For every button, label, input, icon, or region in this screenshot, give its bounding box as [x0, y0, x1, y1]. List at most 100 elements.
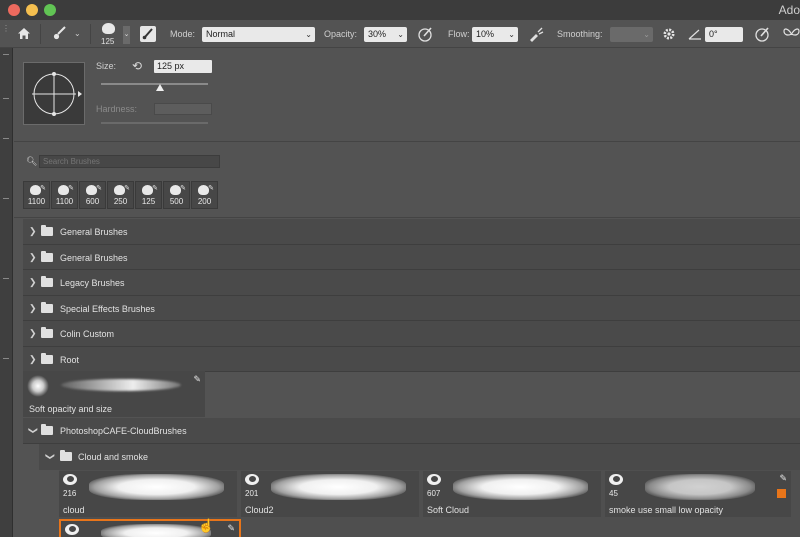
brush-preset-tile[interactable]: 45 ✎ smoke use small low opacity [605, 471, 791, 517]
toolbar-edge [0, 48, 13, 537]
brush-group[interactable]: ❯ General Brushes [23, 219, 800, 245]
hardness-slider-track[interactable] [101, 122, 208, 124]
chevron-down-icon: ⌄ [305, 30, 312, 39]
chevron-right-icon[interactable]: ❯ [29, 328, 37, 339]
hand-cursor-icon: ☝ [198, 518, 215, 533]
cloud-stroke-preview [453, 474, 588, 500]
brush-settings-panel-icon[interactable] [140, 26, 156, 42]
brush-preset-tile[interactable]: 201 Cloud2 [241, 471, 419, 517]
recent-brush[interactable]: ✎ 1100 [23, 181, 50, 209]
brush-size-count: 607 [427, 489, 441, 498]
chevron-right-icon[interactable]: ❯ [29, 354, 37, 365]
open-folder-icon [60, 450, 72, 461]
pressure-size-icon[interactable] [755, 27, 770, 42]
brush-group-name: General Brushes [60, 227, 128, 237]
smoke-stroke-preview [645, 474, 755, 500]
opacity-label: Opacity: [324, 29, 358, 39]
folder-icon [41, 276, 53, 287]
home-icon[interactable] [17, 27, 31, 40]
smoothing-label: Smoothing: [557, 29, 603, 39]
brush-preset-name: cloud [63, 505, 85, 515]
angle-icon [688, 29, 701, 40]
reset-size-icon[interactable]: ⟲ [132, 59, 142, 73]
brush-subgroup-expanded[interactable]: ❯ Cloud and smoke [39, 444, 800, 470]
recent-brush-size: 200 [197, 197, 212, 206]
chevron-right-icon[interactable]: ❯ [29, 226, 37, 237]
brush-icon: ✎ [193, 374, 201, 384]
recent-brush[interactable]: ✎ 500 [163, 181, 190, 209]
recent-brush[interactable]: ✎ 200 [191, 181, 218, 209]
angle-value: 0° [709, 29, 718, 39]
brush-tip-icon [63, 474, 77, 485]
recent-brush-size: 125 [141, 197, 156, 206]
recent-brush[interactable]: ✎ 125 [135, 181, 162, 209]
brush-group-name: Special Effects Brushes [60, 303, 155, 314]
brush-group[interactable]: ❯ Root [23, 346, 800, 372]
airbrush-icon[interactable] [528, 27, 544, 42]
size-slider-thumb[interactable] [155, 84, 164, 91]
brush-tip-icon [245, 474, 259, 485]
brush-angle-roundness-widget[interactable] [24, 63, 86, 125]
brush-icon: ✎ [227, 523, 235, 533]
brush-icon: ✎ [68, 185, 74, 192]
pressure-opacity-icon[interactable] [418, 27, 433, 42]
opacity-input[interactable]: 30% ⌄ [364, 27, 407, 42]
size-input[interactable]: 125 px [154, 60, 212, 73]
brush-tip-icon [427, 474, 441, 485]
symmetry-butterfly-icon[interactable] [783, 27, 800, 41]
brush-tip-preview[interactable] [23, 62, 85, 125]
brush-stroke-preview [61, 379, 181, 391]
recent-brush[interactable]: ✎ 600 [79, 181, 106, 209]
recent-brushes: ✎ 1100 ✎ 1100 ✎ 600 ✎ 250 ✎ 125 ✎ 500 ✎ 200 [23, 181, 219, 209]
opacity-value: 30% [368, 29, 387, 39]
brush-group-name: Legacy Brushes [60, 278, 125, 288]
flow-input[interactable]: 10% ⌄ [472, 27, 518, 42]
minimize-window-button[interactable] [26, 4, 38, 16]
brush-preset-panel: Size: ⟲ 125 px Hardness: 🔍︎ ✎ 1100 ✎ 1100 … [14, 48, 800, 537]
search-input[interactable] [39, 155, 220, 168]
chevron-right-icon[interactable]: ❯ [29, 252, 37, 263]
brush-group-name: Colin Custom [60, 329, 115, 339]
mode-select[interactable]: Normal ⌄ [202, 27, 315, 42]
brush-picker-chevron-icon[interactable]: ⌄ [123, 26, 130, 44]
smoothing-input[interactable]: ⌄ [610, 27, 653, 42]
chevron-down-icon[interactable]: ❯ [44, 453, 55, 461]
recent-brush[interactable]: ✎ 1100 [51, 181, 78, 209]
cloud-stroke-preview [271, 474, 406, 500]
brush-size-readout: 125 [101, 37, 115, 46]
brush-group[interactable]: ❯ Colin Custom [23, 321, 800, 347]
brush-size-count: 45 [609, 489, 618, 498]
brush-preset-tile[interactable]: 216 cloud [59, 471, 237, 517]
cloud-stroke-preview [89, 474, 224, 500]
soft-round-tip-icon [27, 375, 49, 397]
brush-group[interactable]: ❯ Special Effects Brushes [23, 295, 800, 321]
recent-brush[interactable]: ✎ 250 [107, 181, 134, 209]
divider [14, 217, 800, 218]
brush-tip-icon [65, 524, 79, 535]
brush-group-expanded[interactable]: ❯ PhotoshopCAFE-CloudBrushes [23, 418, 800, 444]
angle-input[interactable]: 0° [705, 27, 743, 42]
brush-icon: ✎ [124, 185, 130, 192]
brush-preset-name: Cloud2 [245, 505, 274, 515]
mode-value: Normal [206, 29, 236, 39]
size-slider-track[interactable] [101, 83, 208, 85]
gear-icon[interactable] [662, 27, 676, 41]
hardness-input[interactable] [154, 103, 212, 115]
chevron-right-icon[interactable]: ❯ [29, 277, 37, 288]
brush-group-list: ❯ General Brushes ❯ General Brushes ❯ Le… [23, 219, 800, 372]
brush-preset-tile[interactable]: ✎ Soft opacity and size [23, 371, 205, 417]
grip-icon: ⋮ [2, 24, 10, 33]
chevron-right-icon[interactable]: ❯ [29, 303, 37, 314]
close-window-button[interactable] [8, 4, 20, 16]
zoom-window-button[interactable] [44, 4, 56, 16]
chevron-down-icon[interactable]: ❯ [27, 427, 38, 435]
brush-size-count: 201 [245, 489, 259, 498]
brush-group-name: PhotoshopCAFE-CloudBrushes [60, 426, 187, 436]
brush-preset-tile[interactable]: 607 Soft Cloud [423, 471, 601, 517]
brush-icon: ✎ [96, 185, 102, 192]
title-bar: Ado [0, 0, 800, 20]
tool-preset-chevron-icon[interactable]: ⌄ [74, 29, 81, 38]
brush-tool-icon[interactable] [52, 26, 67, 41]
brush-group[interactable]: ❯ Legacy Brushes [23, 270, 800, 296]
brush-group[interactable]: ❯ General Brushes [23, 244, 800, 270]
